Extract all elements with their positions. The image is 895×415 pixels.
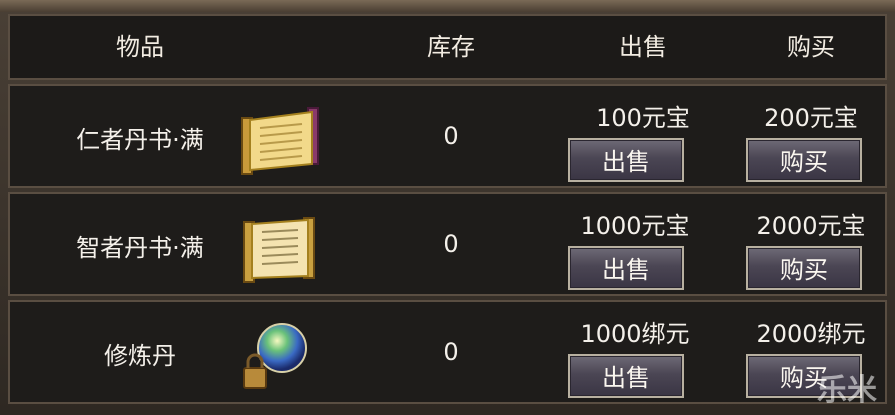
buy-price: 2000绑元 — [756, 320, 866, 348]
pill-orb-icon[interactable] — [238, 320, 324, 392]
buy-button[interactable]: 购买 — [746, 246, 862, 290]
buy-price: 200元宝 — [764, 104, 858, 132]
table-row: 智者丹书·满 0 1000元宝 2000元宝 出售 购买 — [8, 192, 887, 296]
table-row: 修炼丹 0 1000绑元 2000绑元 出售 购买 — [8, 300, 887, 404]
stock-value: 0 — [443, 230, 459, 258]
header-sell: 出售 — [619, 33, 667, 61]
scroll-book-icon[interactable] — [238, 212, 324, 284]
item-name: 智者丹书·满 — [76, 234, 204, 262]
panel-top-border — [0, 0, 895, 12]
buy-button[interactable]: 购买 — [746, 138, 862, 182]
header-buy: 购买 — [787, 33, 835, 61]
buy-price: 2000元宝 — [756, 212, 866, 240]
item-name: 修炼丹 — [104, 342, 176, 370]
stock-value: 0 — [443, 338, 459, 366]
sell-price: 1000元宝 — [580, 212, 690, 240]
scroll-book-icon[interactable] — [238, 104, 324, 176]
item-name: 仁者丹书·满 — [76, 126, 204, 154]
sell-button[interactable]: 出售 — [568, 354, 684, 398]
sell-button[interactable]: 出售 — [568, 246, 684, 290]
sell-button[interactable]: 出售 — [568, 138, 684, 182]
header-stock: 库存 — [427, 33, 475, 61]
sell-price: 1000绑元 — [580, 320, 690, 348]
stock-value: 0 — [443, 122, 459, 150]
table-row: 仁者丹书·满 0 100元宝 200元宝 出售 购买 — [8, 84, 887, 188]
table-header: 物品 库存 出售 购买 — [8, 14, 887, 80]
sell-price: 100元宝 — [596, 104, 690, 132]
header-item: 物品 — [116, 33, 164, 61]
watermark-logo: 乐米 — [817, 373, 877, 408]
shop-panel: 物品 库存 出售 购买 仁者丹书·满 0 100元宝 200元宝 出售 购买 智… — [0, 0, 895, 415]
